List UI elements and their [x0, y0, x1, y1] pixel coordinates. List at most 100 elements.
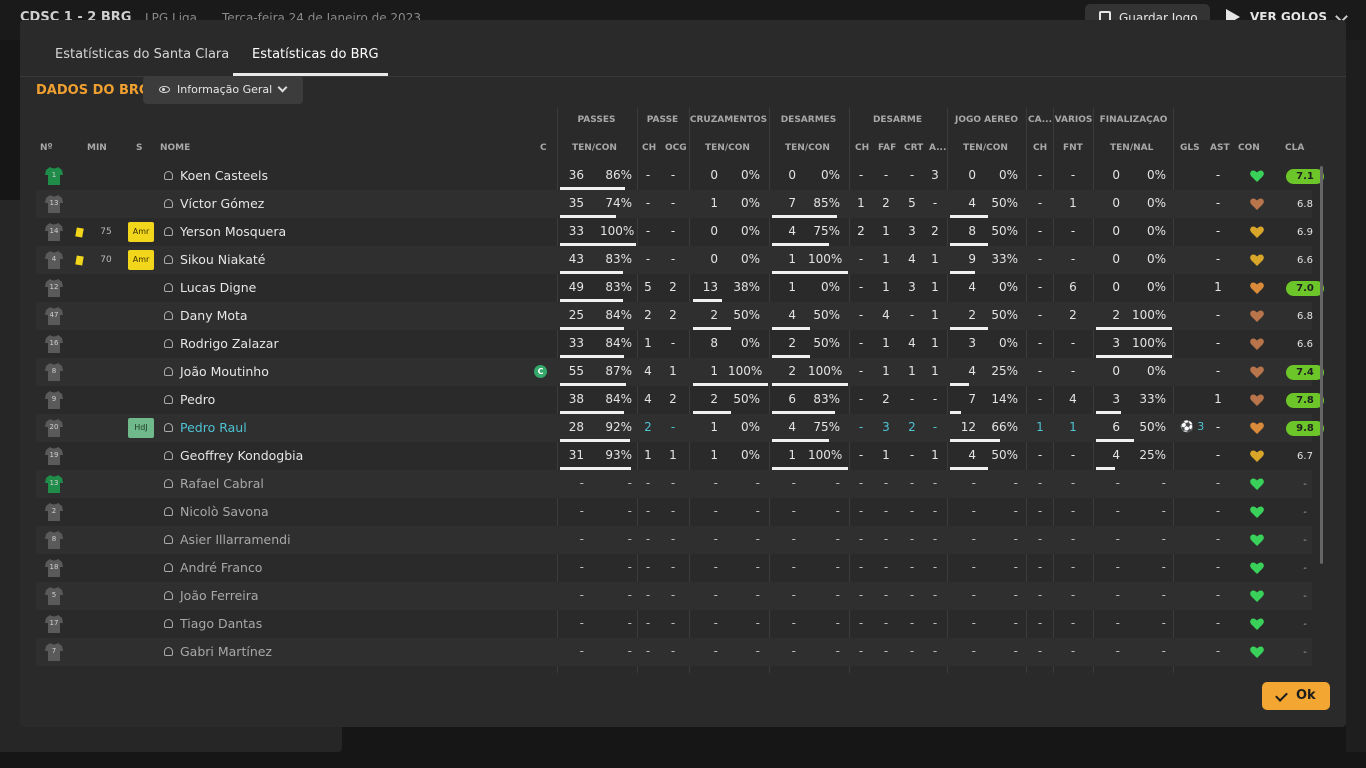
player-profile-icon[interactable]	[164, 619, 173, 628]
stat-ae-t: -	[971, 560, 976, 574]
table-row[interactable]: 13 Rafael Cabral - - - - - - - - - - - - - - - - - - - -	[36, 470, 1312, 498]
section-title: DADOS DO BRG	[36, 83, 150, 98]
shirt-number: 19	[49, 451, 59, 459]
player-name[interactable]: Víctor Gómez	[180, 196, 264, 211]
col-header-fnt[interactable]: FNT	[1063, 143, 1083, 153]
player-name[interactable]: Rodrigo Zalazar	[180, 336, 279, 351]
table-row[interactable]: 2 Nicolò Savona - - - - - - - - - - - - - - - - - - - -	[36, 498, 1312, 526]
player-name[interactable]: Gabri Martínez	[180, 644, 272, 659]
player-profile-icon[interactable]	[164, 395, 173, 404]
stat-ds-t: -	[791, 476, 796, 490]
player-name[interactable]: Sikou Niakaté	[180, 252, 266, 267]
player-profile-icon[interactable]	[164, 283, 173, 292]
view-select-value: Informação Geral	[177, 83, 273, 96]
col-header-captain[interactable]: C	[540, 143, 547, 153]
col-header-crosses[interactable]: TEN/CON	[705, 143, 750, 153]
player-profile-icon[interactable]	[164, 367, 173, 376]
stat-p-c: -	[627, 560, 632, 574]
col-header-condition[interactable]: CON	[1238, 143, 1260, 153]
col-header-minutes[interactable]: MIN	[87, 143, 107, 153]
player-profile-icon[interactable]	[164, 339, 173, 348]
player-name[interactable]: Pedro	[180, 392, 215, 407]
stat-ch: -	[645, 224, 651, 238]
tab-santa-clara-stats[interactable]: Estatísticas do Santa Clara	[55, 47, 229, 62]
col-header-passes[interactable]: TEN/CON	[572, 143, 617, 153]
stat-d-ch: -	[858, 420, 864, 434]
table-row[interactable]: 5 João Ferreira - - - - - - - - - - - - - - - - - - - -	[36, 582, 1312, 610]
table-row[interactable]: 1 Koen Casteels 36 86% - -0 0% 0 0% - - -3 0 0% - -0 0% -…	[36, 162, 1324, 190]
player-name[interactable]: Yerson Mosquera	[180, 224, 286, 239]
table-row[interactable]: 7 Gabri Martínez - - - - - - - - - - - - - - - - - - - -	[36, 638, 1312, 666]
player-name[interactable]: André Franco	[180, 560, 262, 575]
player-name[interactable]: Asier Illarramendi	[180, 532, 291, 547]
table-row[interactable]: 16 Rodrigo Zalazar 33 84% 1 - 8 0% 2 50% - 1 4 1 3 0% - -…	[36, 330, 1313, 358]
player-name[interactable]: Rafael Cabral	[180, 476, 264, 491]
player-profile-icon[interactable]	[164, 227, 173, 236]
player-name[interactable]: Koen Casteels	[180, 168, 268, 183]
stat-f-t: 3	[1112, 392, 1120, 406]
col-header-tackles[interactable]: TEN/CON	[785, 143, 830, 153]
stat-ae-c: -	[1013, 644, 1018, 658]
table-row[interactable]: 4 70 Amr Sikou Niakaté 43 83% - -0 0% 1 100% -1 4 1 9 3…	[36, 246, 1313, 274]
stat-a: -	[932, 644, 938, 658]
player-profile-icon[interactable]	[164, 171, 173, 180]
player-profile-icon[interactable]	[164, 479, 173, 488]
table-row[interactable]: 12 Lucas Digne 49 83% 5 2 13 38% 1 0% -1 3 1 4 0% -6 0 0%…	[36, 274, 1324, 302]
player-name[interactable]: Geoffrey Kondogbia	[180, 448, 303, 463]
player-profile-icon[interactable]	[164, 563, 173, 572]
stat-f-c: 100%	[1132, 336, 1167, 350]
table-row[interactable]: 14 75 Amr Yerson Mosquera 33 100% - -0 0% 4 75% 2 1 3…	[36, 218, 1313, 246]
stat-p-t: 35	[568, 196, 584, 210]
col-header-aerial[interactable]: TEN/CON	[963, 143, 1008, 153]
ok-button[interactable]: Ok	[1262, 682, 1330, 710]
group-header-passes: PASSES	[577, 115, 616, 125]
player-name[interactable]: Lucas Digne	[180, 280, 256, 295]
player-name[interactable]: João Moutinho	[180, 364, 269, 379]
table-row[interactable]: 9 Pedro 38 84% 4 2 2 50% 6 83% - 2 - - 7 14% - 4 3 33% 1 7.8	[36, 386, 1324, 414]
table-row[interactable]: 17 Tiago Dantas - - - - - - - - - - - - - - - - - - - -	[36, 610, 1312, 638]
col-header-status[interactable]: S	[136, 143, 142, 153]
table-row[interactable]: 19 Geoffrey Kondogbia 31 93% 1 1 1 0% 1 100% - 1 - 1 4…	[36, 442, 1313, 470]
player-profile-icon[interactable]	[164, 311, 173, 320]
col-header-crt[interactable]: CRT	[904, 143, 923, 153]
col-header-shots[interactable]: TEN/NAL	[1110, 143, 1153, 153]
col-header-faf[interactable]: FAF	[878, 143, 896, 153]
col-header-rating[interactable]: CLA	[1285, 143, 1304, 153]
player-profile-icon[interactable]	[164, 423, 173, 432]
col-header-number[interactable]: Nº	[40, 143, 53, 153]
col-header-a[interactable]: A...	[929, 143, 946, 153]
table-row[interactable]: 18 André Franco - - - - - - - - - - - - - - - - - - - -	[36, 554, 1312, 582]
col-header-goals[interactable]: GLS	[1180, 143, 1200, 153]
col-header-name[interactable]: NOME	[160, 143, 190, 153]
player-name[interactable]: Pedro Raul	[180, 420, 247, 435]
view-select[interactable]: Informação Geral	[143, 76, 303, 104]
col-header-d-ch[interactable]: CH	[855, 143, 869, 153]
col-header-ca-ch[interactable]: CH	[1033, 143, 1047, 153]
stat-cz-c: 100%	[728, 364, 763, 378]
player-profile-icon[interactable]	[164, 255, 173, 264]
player-profile-icon[interactable]	[164, 199, 173, 208]
stat-fnt: -	[1070, 588, 1076, 602]
col-header-passe-ch[interactable]: CH	[642, 143, 656, 153]
player-profile-icon[interactable]	[164, 507, 173, 516]
col-header-assists[interactable]: AST	[1210, 143, 1230, 153]
table-row[interactable]: 47 Dany Mota 25 84% 2 2 2 50% 4 50% - 4 - 1 2 50% - 2 2 100…	[36, 302, 1313, 330]
player-profile-icon[interactable]	[164, 451, 173, 460]
table-scrollbar[interactable]	[1320, 166, 1323, 564]
col-header-passe-ocg[interactable]: OCG	[665, 143, 687, 153]
player-profile-icon[interactable]	[164, 535, 173, 544]
table-row[interactable]: 8 Asier Illarramendi - - - - - - - - - - - - - - - - - - - -	[36, 526, 1312, 554]
player-name[interactable]: João Ferreira	[180, 588, 259, 603]
tab-brg-stats[interactable]: Estatísticas do BRG	[252, 47, 379, 62]
player-name[interactable]: Dany Mota	[180, 308, 248, 323]
table-row[interactable]: 8 João Moutinho C 55 87% 4 1 1 100% 2 100% - 1 1 1 4 25%…	[36, 358, 1324, 386]
player-profile-icon[interactable]	[164, 591, 173, 600]
player-name[interactable]: Tiago Dantas	[180, 616, 262, 631]
stat-d-ch: -	[858, 392, 864, 406]
stat-crt: -	[909, 504, 915, 518]
table-row[interactable]: 20 HdJ Pedro Raul 28 92% 2-1 0% 4 75% -3 2-12 66% 1 1…	[36, 414, 1324, 442]
table-row[interactable]: 13 Víctor Gómez 35 74% - -1 0% 7 85% 1 2 5-4 50% -1 0 0…	[36, 190, 1313, 218]
player-name[interactable]: Nicolò Savona	[180, 504, 269, 519]
stat-crt: 3	[908, 280, 916, 294]
player-profile-icon[interactable]	[164, 647, 173, 656]
